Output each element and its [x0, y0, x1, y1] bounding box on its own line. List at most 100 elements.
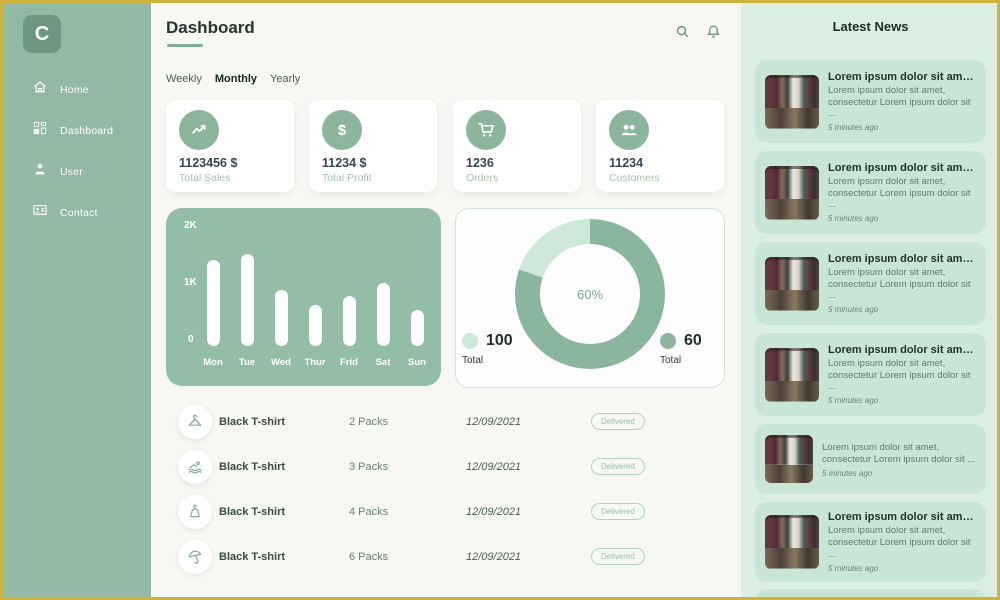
- stat-card-customers[interactable]: 11234 Customers: [596, 100, 724, 192]
- contact-icon: [33, 203, 47, 222]
- news-card-title: Lorem ipsum dolor sit amet, ...: [828, 71, 978, 83]
- news-thumbnail-image: [765, 166, 819, 220]
- news-text: Lorem ipsum dolor sit amet, consectetur …: [822, 440, 978, 478]
- order-status-badge: Delivered: [591, 503, 645, 520]
- sidebar-item-label: Home: [60, 84, 89, 96]
- stat-value: 1123456 $: [179, 156, 294, 170]
- bar-column: Sat: [370, 226, 396, 371]
- sidebar-item-contact[interactable]: Contact: [3, 192, 151, 233]
- header-actions: [675, 24, 721, 44]
- news-card[interactable]: Lorem ipsum dolor sit amet, ... Lorem ip…: [755, 333, 986, 416]
- dashboard-page: C Home Dashboard User Contact Dashboard: [0, 0, 1000, 600]
- news-card-time: 5 minutes ago: [822, 469, 978, 478]
- news-text: Lorem ipsum dolor sit amet, ... Lorem ip…: [828, 162, 978, 224]
- order-row[interactable]: Black T-shirt 6 Packs 12/09/2021 Deliver…: [166, 536, 731, 580]
- news-card-time: 5 minutes ago: [828, 123, 978, 132]
- bar: [343, 296, 356, 346]
- news-card-time: 5 minutes ago: [828, 305, 978, 314]
- order-date: 12/09/2021: [466, 551, 521, 563]
- news-card[interactable]: Lorem ipsum dolor sit amet, ... Lorem ip…: [755, 151, 986, 234]
- news-card-desc: Lorem ipsum dolor sit amet, consectetur …: [828, 267, 978, 303]
- tab-yearly[interactable]: Yearly: [270, 73, 300, 85]
- dashboard-icon: [33, 121, 47, 140]
- order-product: Black T-shirt: [219, 416, 285, 428]
- sidebar-nav: Home Dashboard User Contact: [3, 69, 151, 233]
- order-product: Black T-shirt: [219, 506, 285, 518]
- bar-ytick-1k: 1K: [184, 277, 197, 288]
- legend-value: 60: [684, 332, 702, 350]
- news-card-time: 5 minutes ago: [828, 214, 978, 223]
- bar-ytick-0: 0: [188, 334, 194, 345]
- news-card[interactable]: Lorem ipsum dolor sit amet, consectetur …: [755, 424, 986, 494]
- donut-legend-light: 100 Total: [462, 332, 552, 366]
- donut-legend-dark: 60 Total: [660, 332, 750, 366]
- news-panel-title: Latest News: [741, 19, 1000, 34]
- customers-icon: [609, 110, 649, 150]
- news-text: Lorem ipsum dolor sit amet, ... Lorem ip…: [828, 253, 978, 315]
- dollar-icon: $: [322, 110, 362, 150]
- order-qty: 3 Packs: [349, 461, 388, 473]
- order-qty: 4 Packs: [349, 506, 388, 518]
- sidebar-item-dashboard[interactable]: Dashboard: [3, 110, 151, 151]
- order-date: 12/09/2021: [466, 416, 521, 428]
- order-status-badge: Delivered: [591, 548, 645, 565]
- bar-column: Thur: [302, 226, 328, 371]
- page-title: Dashboard: [166, 18, 255, 38]
- bar-label: Sun: [408, 357, 426, 371]
- bar-column: Mon: [200, 226, 226, 371]
- cart-icon: [466, 110, 506, 150]
- stat-card-total-profit[interactable]: $ 11234 $ Total Profit: [309, 100, 437, 192]
- sidebar-item-home[interactable]: Home: [3, 69, 151, 110]
- news-card[interactable]: Lorem ipsum dolor sit amet, ... Lorem ip…: [755, 502, 986, 582]
- news-card-desc: Lorem ipsum dolor sit amet, consectetur …: [822, 442, 978, 466]
- order-row[interactable]: Black T-shirt 2 Packs 12/09/2021 Deliver…: [166, 401, 731, 445]
- order-date: 12/09/2021: [466, 461, 521, 473]
- bar-chart: Mon Tue Wed Thur Frid Sat Sun: [200, 226, 430, 371]
- tab-monthly[interactable]: Monthly: [215, 73, 257, 85]
- user-icon: [33, 162, 47, 181]
- order-qty: 6 Packs: [349, 551, 388, 563]
- legend-dot-dark: [660, 333, 676, 349]
- bar-label: Thur: [304, 357, 325, 371]
- search-icon[interactable]: [675, 24, 690, 44]
- order-product: Black T-shirt: [219, 551, 285, 563]
- news-card-partial[interactable]: [755, 589, 986, 600]
- donut-center-label: 60%: [540, 244, 640, 344]
- sidebar-item-label: Dashboard: [60, 125, 113, 137]
- sidebar-item-label: Contact: [60, 207, 98, 219]
- bar: [207, 260, 220, 346]
- bar-column: Frid: [336, 226, 362, 371]
- bar-column: Wed: [268, 226, 294, 371]
- swimmer-icon: [178, 450, 212, 484]
- news-card[interactable]: Lorem ipsum dolor sit amet, ... Lorem ip…: [755, 60, 986, 143]
- home-icon: [33, 80, 47, 99]
- news-card-desc: Lorem ipsum dolor sit amet, consectetur …: [828, 85, 978, 121]
- order-row[interactable]: Black T-shirt 3 Packs 12/09/2021 Deliver…: [166, 446, 731, 490]
- order-row[interactable]: Black T-shirt 4 Packs 12/09/2021 Deliver…: [166, 491, 731, 535]
- bell-icon[interactable]: [706, 24, 721, 44]
- bar-label: Mon: [203, 357, 223, 371]
- news-card-title: Lorem ipsum dolor sit amet, ...: [828, 253, 978, 265]
- news-card-desc: Lorem ipsum dolor sit amet, consectetur …: [828, 525, 978, 561]
- legend-label: Total: [660, 355, 750, 366]
- news-card-title: Lorem ipsum dolor sit amet, ...: [828, 162, 978, 174]
- umbrella-icon: [178, 540, 212, 574]
- title-underline: [167, 44, 203, 47]
- news-text: Lorem ipsum dolor sit amet, ... Lorem ip…: [828, 344, 978, 406]
- sidebar-item-user[interactable]: User: [3, 151, 151, 192]
- order-date: 12/09/2021: [466, 506, 521, 518]
- stat-label: Orders: [466, 172, 581, 184]
- stat-card-orders[interactable]: 1236 Orders: [453, 100, 581, 192]
- order-status-badge: Delivered: [591, 458, 645, 475]
- order-qty: 2 Packs: [349, 416, 388, 428]
- bar: [309, 305, 322, 346]
- news-thumbnail-image: [765, 348, 819, 402]
- stat-card-total-sales[interactable]: 1123456 $ Total Sales: [166, 100, 294, 192]
- news-thumbnail-image: [765, 435, 813, 483]
- news-card[interactable]: Lorem ipsum dolor sit amet, ... Lorem ip…: [755, 242, 986, 325]
- stat-value: 1236: [466, 156, 581, 170]
- tab-weekly[interactable]: Weekly: [166, 73, 202, 85]
- stat-label: Total Sales: [179, 172, 294, 184]
- news-thumbnail-image: [765, 515, 819, 569]
- bar-label: Sat: [376, 357, 391, 371]
